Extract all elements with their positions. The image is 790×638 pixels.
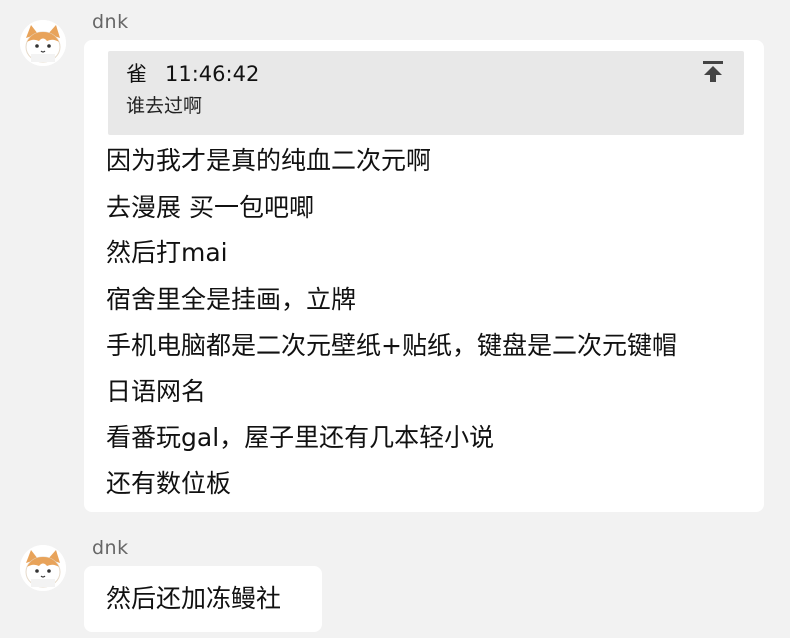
message-line: 还有数位板 [106, 469, 232, 498]
message-line: 去漫展 买一包吧唧 [106, 193, 314, 222]
message-line: 然后还加冻鳗社 [106, 584, 282, 613]
quote-text: 谁去过啊 [126, 95, 203, 117]
cat-avatar-icon [20, 545, 66, 591]
message-bubble[interactable]: 然后还加冻鳗社 [84, 566, 322, 632]
quote-author: 雀 [126, 62, 147, 86]
sender-name: dnk [92, 537, 129, 559]
message-line: 手机电脑都是二次元壁纸+贴纸，键盘是二次元键帽 [106, 331, 677, 360]
cat-avatar-icon [20, 20, 66, 66]
sender-name: dnk [92, 11, 129, 33]
message-line: 宿舍里全是挂画，立牌 [106, 285, 357, 314]
avatar[interactable] [20, 545, 66, 591]
message-bubble[interactable]: 雀 11:46:42 谁去过啊 因为我才是真的纯血二次元啊 去漫展 买一包吧唧 然… [84, 40, 764, 512]
avatar[interactable] [20, 20, 66, 66]
quote-time: 11:46:42 [165, 62, 260, 86]
quote-header: 雀 11:46:42 [126, 58, 259, 88]
message-line: 然后打mai [106, 238, 228, 267]
message-line: 因为我才是真的纯血二次元啊 [106, 146, 432, 175]
pin-to-top-icon[interactable] [700, 59, 726, 83]
message-line: 看番玩gal，屋子里还有几本轻小说 [106, 423, 495, 452]
message-line: 日语网名 [106, 377, 207, 406]
quoted-message[interactable]: 雀 11:46:42 谁去过啊 [108, 51, 744, 135]
